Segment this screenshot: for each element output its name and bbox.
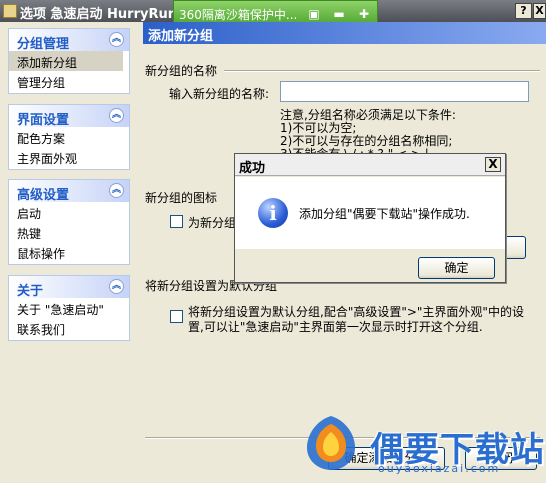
sidebar-item-startup[interactable]: 启动: [9, 202, 129, 222]
page-title: 添加新分组: [143, 22, 546, 44]
app-icon: [3, 4, 17, 18]
watermark-url: ouyaoxiazai.com: [378, 462, 501, 475]
sidebar-item-color-scheme[interactable]: 配色方案: [9, 127, 129, 147]
folder-icon[interactable]: ▬: [328, 5, 350, 23]
dialog-ok-button[interactable]: 确定: [418, 257, 495, 279]
sidebar-group-about: 关于 ︽ 关于 "急速启动" 联系我们: [8, 275, 130, 341]
sidebar-group-header[interactable]: 高级设置 ︽: [9, 180, 129, 203]
window-icon[interactable]: ▣: [303, 5, 325, 23]
sidebar-item-mouse[interactable]: 鼠标操作: [9, 242, 129, 262]
site-watermark: 偶要下载站 ouyaoxiazai.com: [300, 412, 546, 483]
icon-checkbox[interactable]: [170, 215, 183, 228]
default-group-checkbox-label: 将新分组设置为默认分组,配合"高级设置">"主界面外观"中的设 置,可以让"急速…: [188, 305, 524, 334]
sandbox-status-text: 360隔离沙箱保护中...: [179, 8, 298, 22]
sidebar-item-add-group[interactable]: 添加新分组: [9, 51, 123, 71]
sidebar-item-about[interactable]: 关于 "急速启动": [9, 298, 129, 318]
dialog-message: 添加分组"偶要下载站"操作成功.: [299, 207, 470, 221]
sidebar-group-header[interactable]: 分组管理 ︽: [9, 29, 129, 52]
sidebar-item-hotkey[interactable]: 热键: [9, 222, 129, 242]
sidebar-group-advanced: 高级设置 ︽ 启动 热键 鼠标操作: [8, 179, 130, 265]
sidebar: 分组管理 ︽ 添加新分组 管理分组 界面设置 ︽ 配色方案 主界面外观 高级设置 ︽ …: [0, 22, 140, 483]
collapse-chevron-icon[interactable]: ︽: [109, 279, 124, 294]
window-title: 选项 急速启动 HurryRun: [20, 7, 178, 22]
name-section-title: 新分组的名称: [145, 64, 218, 78]
window-close-button[interactable]: X: [533, 3, 546, 19]
sidebar-item-contact[interactable]: 联系我们: [9, 318, 129, 338]
divider: [224, 70, 540, 72]
dialog-close-button[interactable]: X: [485, 157, 501, 172]
sidebar-group-header[interactable]: 界面设置 ︽: [9, 105, 129, 128]
info-icon: i: [258, 198, 288, 228]
dialog-body: i 添加分组"偶要下载站"操作成功.: [235, 177, 505, 249]
icon-checkbox-label: 为新分组: [188, 216, 237, 230]
sidebar-group-grouping: 分组管理 ︽ 添加新分组 管理分组: [8, 28, 130, 94]
collapse-chevron-icon[interactable]: ︽: [109, 183, 124, 198]
dialog-title: 成功: [239, 161, 266, 176]
icon-section-title: 新分组的图标: [145, 191, 218, 205]
sidebar-item-manage-groups[interactable]: 管理分组: [9, 71, 129, 91]
sidebar-item-main-appearance[interactable]: 主界面外观: [9, 147, 129, 167]
success-dialog: 成功 X i 添加分组"偶要下载站"操作成功. 确定: [234, 153, 506, 283]
sidebar-group-ui: 界面设置 ︽ 配色方案 主界面外观: [8, 104, 130, 170]
default-group-checkbox[interactable]: [170, 310, 183, 323]
dialog-titlebar: 成功 X: [235, 154, 505, 176]
collapse-chevron-icon[interactable]: ︽: [109, 108, 124, 123]
collapse-chevron-icon[interactable]: ︽: [109, 32, 124, 47]
sidebar-group-header[interactable]: 关于 ︽: [9, 276, 129, 299]
help-button[interactable]: ?: [515, 3, 532, 19]
group-name-input[interactable]: [280, 81, 529, 102]
pin-icon[interactable]: ✚: [353, 5, 375, 23]
watermark-logo-icon: [306, 416, 356, 470]
name-input-label: 输入新分组的名称:: [169, 87, 270, 101]
